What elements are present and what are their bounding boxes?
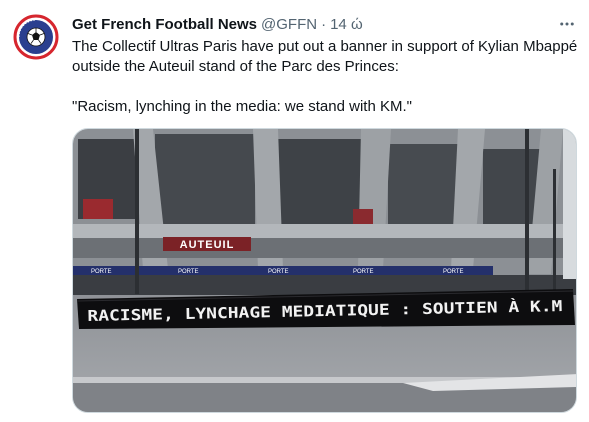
tweet-card[interactable]: Get French Football News @GFFN · 14 ώ Th… (0, 0, 589, 422)
gate-label: PORTE (353, 269, 374, 275)
gate-label: PORTE (91, 269, 112, 275)
user-handle[interactable]: @GFFN (261, 16, 317, 33)
timestamp[interactable]: 14 ώ (330, 16, 363, 33)
gate-label: PORTE (178, 269, 199, 275)
stand-sign: AUTEUIL (180, 239, 235, 251)
avatar[interactable] (13, 14, 59, 60)
separator-dot: · (321, 15, 327, 33)
tweet-paragraph: "Racism, lynching in the media: we stand… (72, 98, 412, 115)
gffn-logo-icon (13, 14, 59, 60)
stadium-photo: AUTEUIL PORTE PORTE PORTE PORTE PORTE RA… (73, 129, 576, 412)
tweet-photo[interactable]: AUTEUIL PORTE PORTE PORTE PORTE PORTE RA… (72, 128, 577, 413)
more-dots-icon (560, 22, 574, 26)
tweet-text: The Collectif Ultras Paris have put out … (72, 37, 578, 117)
tweet-paragraph: The Collectif Ultras Paris have put out … (72, 38, 578, 75)
display-name[interactable]: Get French Football News (72, 16, 257, 33)
gate-label: PORTE (443, 269, 464, 275)
more-options-button[interactable] (555, 12, 579, 36)
gate-label: PORTE (268, 269, 289, 275)
tweet-header: Get French Football News @GFFN · 14 ώ (72, 14, 569, 34)
